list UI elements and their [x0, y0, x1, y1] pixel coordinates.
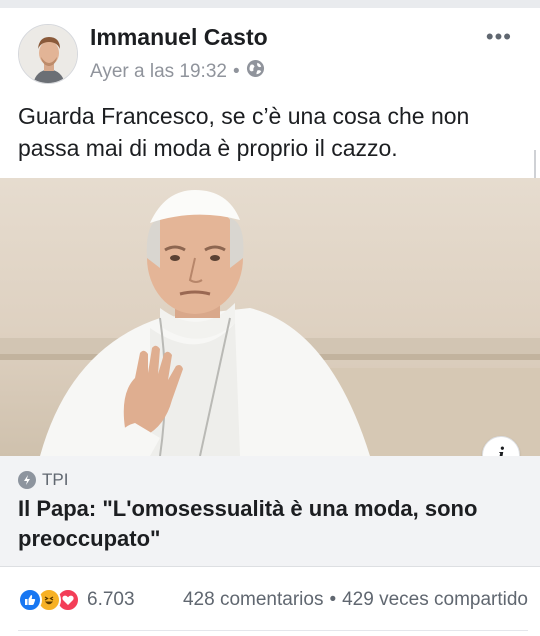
reaction-count[interactable]: 6.703	[87, 589, 135, 611]
more-dots-icon[interactable]: •••	[486, 26, 512, 48]
meta-separator: •	[232, 60, 240, 82]
globe-icon[interactable]	[246, 59, 265, 84]
bolt-icon	[18, 471, 36, 489]
post-header: Immanuel Casto Ayer a las 19:32 • •••	[0, 8, 540, 96]
link-source-row: TPI	[18, 470, 68, 490]
link-caption[interactable]: TPI Il Papa: "L'omosessualità è una moda…	[0, 456, 540, 566]
post-text: Guarda Francesco, se c’è una cosa che no…	[18, 103, 470, 161]
divider	[0, 566, 540, 567]
post-timestamp[interactable]: Ayer a las 19:32	[90, 61, 227, 83]
link-title[interactable]: Il Papa: "L'omosessualità è una moda, so…	[18, 494, 518, 554]
post-meta: Ayer a las 19:32 •	[90, 59, 265, 84]
feed-separator	[0, 0, 540, 8]
comments-shares: 428 comentarios • 429 veces compartido	[183, 589, 528, 611]
link-preview-image[interactable]	[0, 178, 540, 456]
reaction-icons[interactable]	[18, 588, 80, 612]
like-icon	[18, 588, 42, 612]
author-avatar[interactable]	[18, 24, 78, 84]
reactions-row: 6.703 428 comentarios • 429 veces compar…	[18, 588, 528, 612]
link-source: TPI	[42, 470, 69, 489]
author-name[interactable]: Immanuel Casto	[90, 24, 268, 51]
shares-count[interactable]: 429 veces compartido	[342, 589, 528, 611]
stats-separator: •	[329, 589, 337, 610]
comments-count[interactable]: 428 comentarios	[183, 589, 323, 611]
bottom-divider	[18, 630, 528, 631]
